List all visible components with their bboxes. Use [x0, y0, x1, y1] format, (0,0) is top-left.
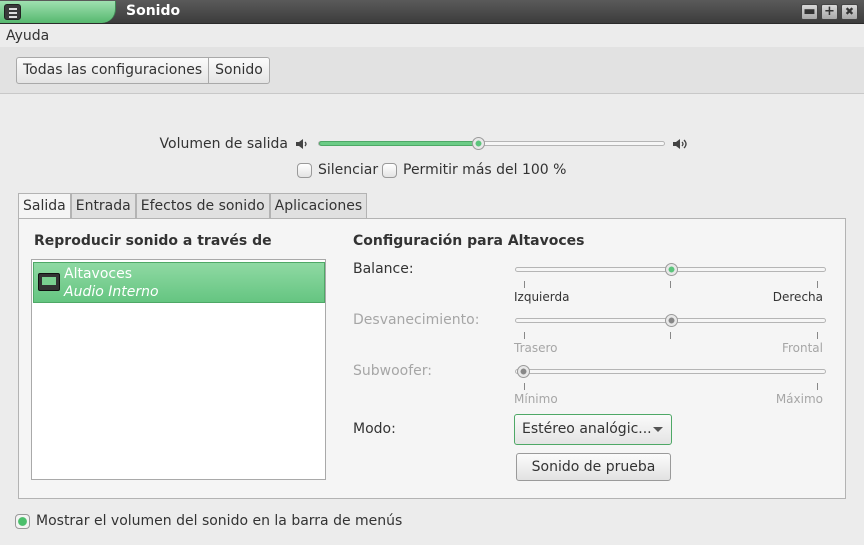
fade-handle[interactable]: [664, 314, 678, 327]
mode-select[interactable]: Estéreo analógic...: [514, 414, 672, 445]
mute-checkbox-box[interactable]: [297, 162, 312, 178]
tab-efectos[interactable]: Efectos de sonido: [135, 193, 270, 218]
subwoofer-label: Subwoofer:: [353, 363, 432, 379]
close-button[interactable]: ✖: [841, 4, 858, 20]
breadcrumb-sound[interactable]: Sonido: [208, 58, 269, 83]
fade-tick-left: [524, 332, 525, 339]
balance-label: Balance:: [353, 261, 414, 277]
show-in-menubar-checkbox[interactable]: Mostrar el volumen del sonido en la barr…: [15, 513, 402, 529]
volume-low-icon: [296, 139, 307, 149]
menu-bar: Ayuda: [0, 25, 864, 47]
balance-tick-right: [817, 281, 818, 288]
tab-entrada[interactable]: Entrada: [70, 193, 136, 218]
minimize-button[interactable]: ▬: [801, 4, 818, 20]
tab-salida[interactable]: Salida: [18, 193, 71, 219]
device-name: Altavoces: [64, 266, 132, 282]
subwoofer-tick-left: [524, 383, 525, 390]
menu-item-ayuda[interactable]: Ayuda: [6, 28, 49, 44]
mode-label: Modo:: [353, 421, 396, 437]
mode-select-value: Estéreo analógic...: [522, 421, 652, 437]
output-volume-label: Volumen de salida: [159, 136, 288, 152]
device-list-heading: Reproducir sonido a través de: [34, 233, 272, 249]
overamplify-label: Permitir más del 100 %: [403, 162, 567, 178]
show-in-menubar-checkbox-box[interactable]: [15, 513, 30, 529]
subwoofer-min-label: Mínimo: [514, 392, 558, 406]
subwoofer-max-label: Máximo: [775, 392, 823, 406]
breadcrumb-all-settings[interactable]: Todas las configuraciones: [17, 58, 208, 83]
fade-max-label: Frontal: [781, 341, 823, 355]
chevron-down-icon: [653, 427, 663, 432]
balance-min-label: Izquierda: [514, 290, 570, 304]
window-title: Sonido: [126, 3, 181, 19]
fade-min-label: Trasero: [514, 341, 558, 355]
output-volume-handle[interactable]: [472, 137, 486, 150]
app-menu-icon[interactable]: [4, 4, 21, 20]
subwoofer-slider[interactable]: [515, 365, 826, 378]
mute-label: Silenciar: [318, 162, 379, 178]
fade-label: Desvanecimiento:: [353, 312, 480, 328]
subwoofer-tick-right: [817, 383, 818, 390]
tab-aplicaciones[interactable]: Aplicaciones: [269, 193, 368, 218]
balance-tick-center: [670, 281, 671, 288]
fade-tick-right: [817, 332, 818, 339]
fade-tick-center: [670, 332, 671, 339]
device-row-altavoces[interactable]: Altavoces Audio Interno: [33, 262, 325, 303]
fade-slider[interactable]: [515, 314, 826, 327]
title-bar[interactable]: Sonido ▬ + ✖: [0, 0, 864, 24]
balance-tick-left: [524, 281, 525, 288]
toolbar: Todas las configuraciones Sonido: [0, 47, 864, 94]
subwoofer-handle[interactable]: [517, 365, 530, 378]
device-list[interactable]: Altavoces Audio Interno: [31, 259, 326, 480]
title-accent-tab: [0, 1, 116, 23]
overamplify-checkbox[interactable]: Permitir más del 100 %: [382, 162, 566, 178]
output-volume-fill: [319, 141, 480, 146]
tab-bar: Salida Entrada Efectos de sonido Aplicac…: [18, 193, 368, 219]
balance-handle[interactable]: [664, 263, 678, 276]
show-in-menubar-label: Mostrar el volumen del sonido en la barr…: [36, 513, 403, 529]
sound-card-icon: [38, 273, 60, 291]
test-sound-button[interactable]: Sonido de prueba: [516, 453, 671, 481]
overamplify-checkbox-box[interactable]: [382, 162, 397, 178]
volume-high-icon: [673, 139, 687, 149]
breadcrumb: Todas las configuraciones Sonido: [16, 57, 270, 84]
device-description: Audio Interno: [64, 284, 159, 300]
maximize-button[interactable]: +: [821, 4, 838, 20]
balance-slider[interactable]: [515, 263, 826, 276]
output-volume-slider[interactable]: [318, 137, 665, 150]
mute-checkbox[interactable]: Silenciar: [297, 162, 378, 178]
balance-max-label: Derecha: [772, 290, 823, 304]
settings-heading: Configuración para Altavoces: [353, 233, 585, 249]
